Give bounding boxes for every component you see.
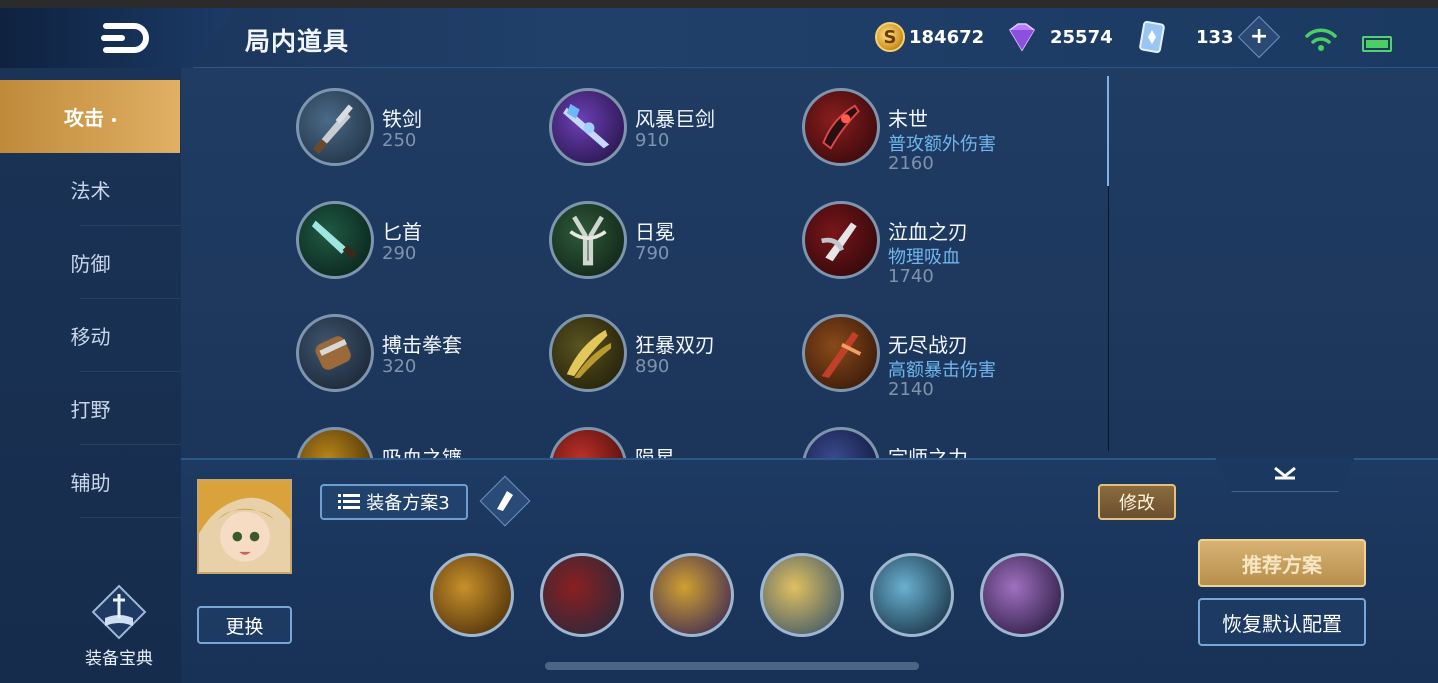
item-storm-sword[interactable]: 风暴巨剑 910 xyxy=(549,88,789,178)
reset-default-button[interactable]: 恢复默认配置 xyxy=(1198,598,1366,646)
item-price: 790 xyxy=(635,243,670,264)
item-bloodweeping-blade[interactable]: 泣血之刃 物理吸血 1740 xyxy=(802,201,1042,291)
tab-support[interactable]: 辅助 xyxy=(0,445,181,518)
diamond-icon xyxy=(1009,23,1035,52)
gold-value: 184672 xyxy=(909,26,985,48)
item-name: 无尽战刃 xyxy=(888,333,968,357)
scroll-indicator xyxy=(1107,76,1109,186)
back-button[interactable] xyxy=(0,8,235,68)
corona-icon xyxy=(549,201,627,279)
change-hero-button[interactable]: 更换 xyxy=(197,606,292,644)
item-dagger[interactable]: 匕首 290 xyxy=(296,201,536,291)
item-price: 2160 xyxy=(888,153,934,174)
ticket-counter: 133 + xyxy=(1138,15,1280,59)
column-divider xyxy=(1108,186,1109,451)
item-meteor[interactable]: 陨星 xyxy=(549,427,789,460)
page-title: 局内道具 xyxy=(245,27,350,56)
gem-value: 25574 xyxy=(1050,26,1113,48)
tab-label: 攻击 xyxy=(64,106,104,130)
tab-attack[interactable]: 攻击 xyxy=(0,80,180,153)
master-power-icon xyxy=(802,427,880,460)
chevron-down-icon xyxy=(1274,466,1296,479)
add-ticket-button[interactable]: + xyxy=(1237,15,1280,59)
equipped-items-row xyxy=(430,553,1070,637)
gold-coin-icon: S xyxy=(875,22,905,52)
item-name: 搏击拳套 xyxy=(382,333,462,357)
tab-movement[interactable]: 移动 xyxy=(0,299,181,372)
ticket-value: 133 xyxy=(1196,26,1234,48)
list-icon xyxy=(338,494,361,509)
collapse-button[interactable] xyxy=(1215,458,1355,492)
tab-label: 防御 xyxy=(70,252,111,276)
top-status-strip xyxy=(0,0,1438,8)
active-dot-icon xyxy=(112,117,116,122)
back-arrow-icon xyxy=(101,23,149,53)
dagger-icon xyxy=(296,201,374,279)
storm-sword-icon xyxy=(549,88,627,166)
header-bar: 局内道具 S 184672 25574 133 + xyxy=(0,8,1438,68)
equip-slot-skull-armor-icon[interactable] xyxy=(980,553,1064,637)
item-name: 末世 xyxy=(888,107,928,131)
doomsday-icon xyxy=(802,88,880,166)
item-price: 910 xyxy=(635,130,670,151)
item-master-power[interactable]: 宗师之力 xyxy=(802,427,1042,460)
item-vampire-scythe[interactable]: 吸血之镰 xyxy=(296,427,536,460)
gold-counter: S 184672 xyxy=(875,22,984,52)
equip-slot-gold-helmet-icon[interactable] xyxy=(430,553,514,637)
tab-label: 打野 xyxy=(70,398,111,422)
tab-jungle[interactable]: 打野 xyxy=(0,372,181,445)
boxing-glove-icon xyxy=(296,314,374,392)
wifi-icon xyxy=(1305,28,1337,51)
codex-label: 装备宝典 xyxy=(85,649,153,669)
item-name: 泣血之刃 xyxy=(888,220,968,244)
gem-counter: 25574 xyxy=(1004,22,1113,52)
item-doomsday[interactable]: 末世 普攻额外伤害 2160 xyxy=(802,88,1042,178)
item-price: 320 xyxy=(382,356,417,377)
item-list-panel: 铁剑 250 风暴巨剑 910 末世 普攻额外伤害 2160 匕首 290 日冕… xyxy=(181,68,1438,460)
item-name: 风暴巨剑 xyxy=(635,107,715,131)
equip-slot-gold-shield-icon[interactable] xyxy=(760,553,844,637)
tab-label: 辅助 xyxy=(70,471,111,495)
item-iron-sword[interactable]: 铁剑 250 xyxy=(296,88,536,178)
item-name: 匕首 xyxy=(382,220,422,244)
item-name: 日冕 xyxy=(635,220,675,244)
tab-label: 法术 xyxy=(70,179,111,203)
iron-sword-icon xyxy=(296,88,374,166)
berserk-blades-icon xyxy=(549,314,627,392)
codex-book-icon xyxy=(91,584,147,640)
item-corona[interactable]: 日冕 790 xyxy=(549,201,789,291)
recommended-plan-button[interactable]: 推荐方案 xyxy=(1198,539,1366,587)
equip-slot-red-boots-icon[interactable] xyxy=(540,553,624,637)
item-price: 2140 xyxy=(888,379,934,400)
hero-avatar-icon xyxy=(199,481,290,572)
item-price: 290 xyxy=(382,243,417,264)
card-ticket-icon xyxy=(1139,21,1165,53)
hero-portrait[interactable] xyxy=(197,479,292,574)
item-name: 狂暴双刃 xyxy=(635,333,715,357)
tab-label: 移动 xyxy=(70,325,111,349)
item-name: 铁剑 xyxy=(382,107,422,131)
item-boxing-glove[interactable]: 搏击拳套 320 xyxy=(296,314,536,404)
item-price: 250 xyxy=(382,130,417,151)
tab-magic[interactable]: 法术 xyxy=(0,153,181,226)
bloodweeping-blade-icon xyxy=(802,201,880,279)
equip-slot-gold-chalice-icon[interactable] xyxy=(650,553,734,637)
item-price: 1740 xyxy=(888,266,934,287)
item-price: 890 xyxy=(635,356,670,377)
plus-icon: + xyxy=(1249,24,1268,49)
battery-icon xyxy=(1362,36,1392,52)
equipment-codex-button[interactable]: 装备宝典 xyxy=(74,582,164,669)
pencil-icon xyxy=(497,491,513,511)
horizontal-scrollbar[interactable] xyxy=(545,662,919,670)
tab-defense[interactable]: 防御 xyxy=(0,226,181,299)
vampire-scythe-icon xyxy=(296,427,374,460)
plan-label: 装备方案3 xyxy=(366,493,450,514)
item-infinity-blade[interactable]: 无尽战刃 高额暴击伤害 2140 xyxy=(802,314,1042,404)
infinity-blade-icon xyxy=(802,314,880,392)
equip-slot-ice-axe-icon[interactable] xyxy=(870,553,954,637)
meteor-icon xyxy=(549,427,627,460)
equipment-plan-button[interactable]: 装备方案3 xyxy=(320,484,468,520)
modify-button[interactable]: 修改 xyxy=(1098,484,1176,520)
item-berserk-blades[interactable]: 狂暴双刃 890 xyxy=(549,314,789,404)
